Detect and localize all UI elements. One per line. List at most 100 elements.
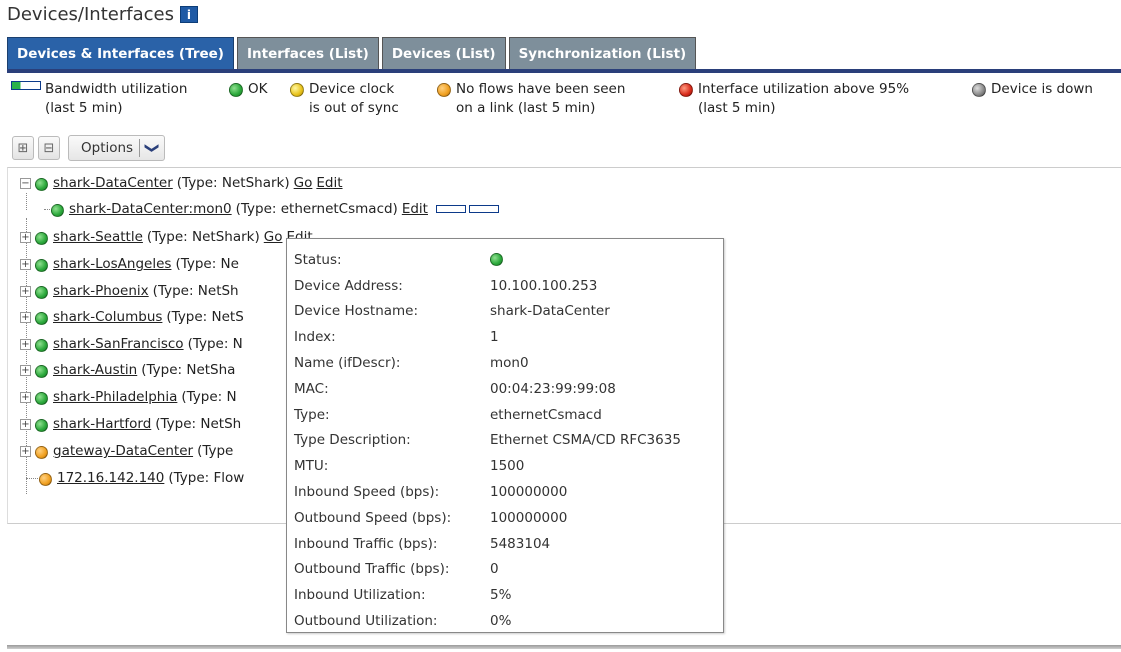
options-separator (139, 139, 141, 157)
green-status-icon (35, 339, 48, 352)
tree-row-device: + shark-Columbus (Type: NetS (20, 305, 244, 329)
info-icon[interactable]: i (179, 6, 198, 23)
device-link[interactable]: shark-SanFrancisco (53, 336, 184, 352)
green-status-icon (35, 365, 48, 378)
tooltip-row: Device Hostname: shark-DataCenter (294, 299, 723, 325)
green-status-icon (229, 83, 243, 97)
tooltip-key: Outbound Utilization: (294, 613, 438, 630)
expand-node-icon[interactable]: + (20, 418, 31, 430)
device-link[interactable]: shark-Columbus (53, 309, 162, 325)
tooltip-row: Inbound Utilization: 5% (294, 582, 723, 608)
collapse-node-icon[interactable]: − (20, 177, 31, 189)
tooltip-row: Type Description: Ethernet CSMA/CD RFC363… (294, 428, 723, 454)
device-type: (Type: NetSh (155, 416, 242, 432)
page-title-text: Devices/Interfaces (7, 4, 174, 25)
green-status-icon (490, 253, 503, 267)
tooltip-row: Inbound Speed (bps): 100000000 (294, 479, 723, 505)
tooltip-key: Inbound Speed (bps): (294, 484, 440, 501)
tab-devices-list[interactable]: Devices (List) (381, 37, 506, 70)
edit-link[interactable]: Edit (316, 175, 342, 191)
expand-node-icon[interactable]: + (20, 445, 31, 457)
expand-node-icon[interactable]: + (20, 338, 31, 350)
yellow-status-icon (290, 83, 304, 97)
legend-noflows: No flows have been seen on a link (last 5… (437, 80, 625, 118)
expand-node-icon[interactable]: + (20, 231, 31, 243)
tree-connector (44, 208, 50, 210)
tooltip-key: Inbound Utilization: (294, 587, 426, 604)
green-status-icon (35, 259, 48, 272)
tab-synchronization-list[interactable]: Synchronization (List) (508, 37, 697, 70)
options-button[interactable]: Options ❯ (68, 135, 165, 161)
interface-type: (Type: ethernetCsmacd) (235, 201, 398, 217)
device-link[interactable]: shark-DataCenter (53, 175, 173, 191)
tooltip-key: Inbound Traffic (bps): (294, 535, 438, 552)
tooltip-key: Device Hostname: (294, 303, 419, 320)
expand-node-icon[interactable]: + (20, 311, 31, 323)
tooltip-row: Status: (294, 247, 723, 273)
tooltip-value: Ethernet CSMA/CD RFC3635 (490, 432, 681, 449)
device-type: (Type: NetShark) (146, 229, 260, 245)
tooltip-row: Type: ethernetCsmacd (294, 402, 723, 428)
device-type: (Type: NetSh (152, 283, 239, 299)
device-link[interactable]: shark-Phoenix (53, 283, 149, 299)
expand-node-icon[interactable]: + (20, 391, 31, 403)
tooltip-row: MTU: 1500 (294, 453, 723, 479)
tooltip-key: Type: (294, 406, 330, 423)
tooltip-key: Index: (294, 329, 336, 346)
chevron-down-icon: ❯ (143, 142, 160, 154)
tree-row-mon0: shark-DataCenter:mon0 (Type: ethernetCsm… (44, 197, 499, 221)
device-link[interactable]: shark-Philadelphia (53, 389, 177, 405)
tab-underline (7, 69, 1121, 73)
device-link[interactable]: shark-LosAngeles (53, 256, 171, 272)
tooltip-value: mon0 (490, 355, 529, 372)
legend-util95: Interface utilization above 95% (last 5 m… (679, 80, 909, 118)
tree-row-device: + shark-Philadelphia (Type: N (20, 385, 237, 409)
tree-row-device: + shark-LosAngeles (Type: Ne (20, 252, 239, 276)
tab-interfaces-list[interactable]: Interfaces (List) (236, 37, 379, 70)
tooltip-row: Device Address: 10.100.100.253 (294, 273, 723, 299)
tooltip-value: shark-DataCenter (490, 303, 610, 320)
tab-devices-interfaces-tree[interactable]: Devices & Interfaces (Tree) (7, 37, 234, 70)
tooltip-value: 1500 (490, 458, 525, 475)
green-status-icon (35, 392, 48, 405)
tooltip-row: Outbound Speed (bps): 100000000 (294, 505, 723, 531)
red-status-icon (679, 83, 693, 97)
tooltip-value: ethernetCsmacd (490, 406, 602, 423)
page-title: Devices/Interfaces i (7, 4, 198, 25)
device-link[interactable]: 172.16.142.140 (57, 470, 164, 486)
legend-noflows-line1: No flows have been seen (456, 81, 626, 97)
tree-row-device: 172.16.142.140 (Type: Flow (26, 466, 244, 490)
legend-util95-line2: (last 5 min) (698, 100, 776, 116)
green-status-icon (35, 286, 48, 299)
legend-bandwidth: Bandwidth utilization (last 5 min) (11, 80, 187, 118)
expand-all-button[interactable]: ⊞ (12, 136, 34, 160)
expand-node-icon[interactable]: + (20, 258, 31, 270)
expand-node-icon[interactable]: + (20, 364, 31, 376)
tree-row-shark-datacenter: − shark-DataCenter (Type: NetShark) Go E… (20, 171, 343, 195)
expand-node-icon[interactable]: + (20, 285, 31, 297)
device-type: (Type (197, 443, 234, 459)
tooltip-value: 00:04:23:99:99:08 (490, 380, 616, 397)
interface-link[interactable]: shark-DataCenter:mon0 (69, 201, 232, 217)
go-link[interactable]: Go (264, 229, 283, 245)
device-link[interactable]: shark-Austin (53, 362, 137, 378)
legend-clock-line1: Device clock (309, 81, 395, 97)
tooltip-value: 0 (490, 561, 499, 578)
green-status-icon (35, 178, 48, 191)
legend-down-label: Device is down (991, 81, 1093, 97)
tree-toolbar: ⊞ ⊟ Options ❯ (12, 134, 165, 162)
tooltip-value: 1 (490, 329, 499, 346)
legend-ok-label: OK (248, 81, 268, 97)
tooltip-value: 100000000 (490, 509, 568, 526)
orange-status-icon (39, 473, 52, 486)
device-type: (Type: NetS (166, 309, 244, 325)
go-link[interactable]: Go (294, 175, 313, 191)
device-link[interactable]: gateway-DataCenter (53, 443, 193, 459)
device-link[interactable]: shark-Hartford (53, 416, 151, 432)
tooltip-value: 5483104 (490, 535, 551, 552)
device-link[interactable]: shark-Seattle (53, 229, 143, 245)
tooltip-key: MAC: (294, 380, 329, 397)
bottom-divider (7, 645, 1121, 649)
collapse-all-button[interactable]: ⊟ (38, 136, 60, 160)
edit-link[interactable]: Edit (402, 201, 428, 217)
